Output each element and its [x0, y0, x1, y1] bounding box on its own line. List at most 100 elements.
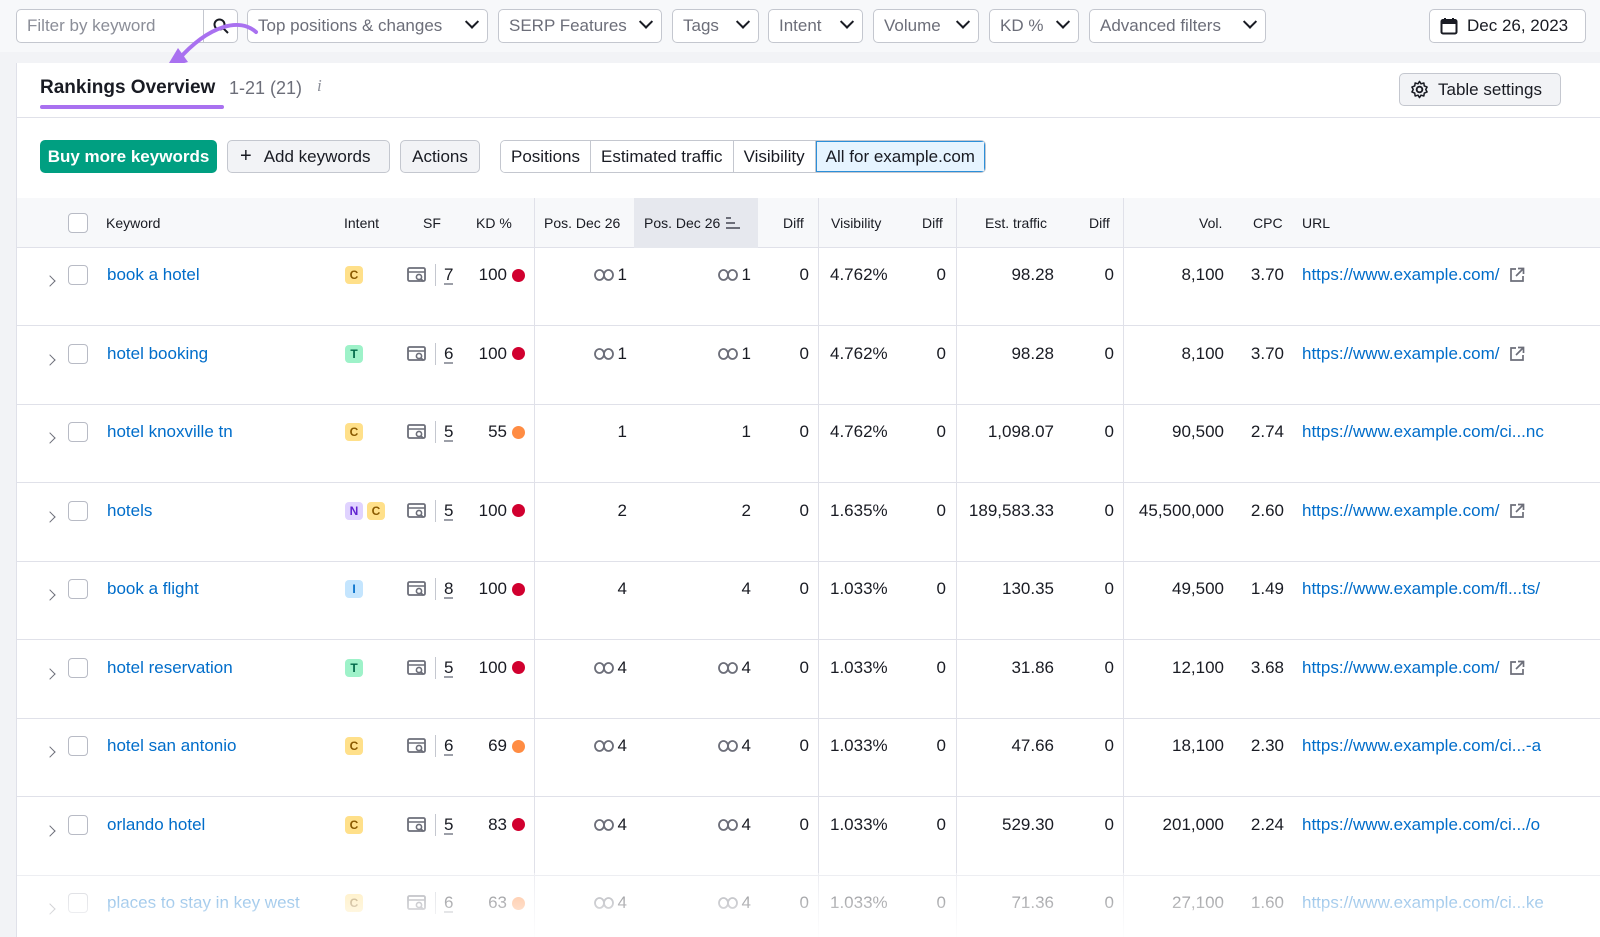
keyword-link[interactable]: hotel reservation — [107, 658, 233, 678]
expand-row-button[interactable] — [44, 742, 56, 762]
col-diff-1[interactable]: Diff — [783, 198, 804, 248]
add-keywords-button[interactable]: + Add keywords — [227, 140, 390, 173]
keyword-link[interactable]: places to stay in key west — [107, 893, 300, 913]
segment-positions[interactable]: Positions — [501, 141, 591, 172]
external-link-icon[interactable] — [1509, 267, 1525, 283]
segment-visibility[interactable]: Visibility — [733, 141, 816, 172]
keyword-link[interactable]: book a hotel — [107, 265, 200, 285]
keyword-filter-input[interactable] — [17, 10, 205, 42]
col-volume[interactable]: Vol. — [1199, 198, 1222, 248]
kd-dropdown[interactable]: KD % — [989, 9, 1079, 43]
top-positions-dropdown[interactable]: Top positions & changes — [247, 9, 488, 43]
col-sf[interactable]: SF — [423, 198, 441, 248]
url-link[interactable]: https://www.example.com/fl...ts/ — [1302, 579, 1540, 599]
volume-dropdown[interactable]: Volume — [873, 9, 979, 43]
serp-feature-count[interactable]: 5 — [444, 422, 453, 442]
url-link[interactable]: https://www.example.com/ci...nc — [1302, 422, 1544, 442]
table-row[interactable]: hotels NC 5 100 2 2 0 1.635% 0 189,583.3… — [17, 484, 1600, 562]
row-checkbox[interactable] — [68, 500, 88, 521]
url-link[interactable]: https://www.example.com/ — [1302, 658, 1525, 678]
external-link-icon[interactable] — [1509, 346, 1525, 362]
expand-row-button[interactable] — [44, 428, 56, 448]
tags-dropdown[interactable]: Tags — [672, 9, 759, 43]
url-link[interactable]: https://www.example.com/ci.../o — [1302, 815, 1540, 835]
info-icon[interactable]: i — [317, 76, 322, 96]
page-title[interactable]: Rankings Overview — [40, 77, 215, 99]
serp-features[interactable]: 5 — [407, 656, 453, 679]
serp-feature-count[interactable]: 7 — [444, 265, 453, 285]
row-checkbox[interactable] — [68, 814, 88, 835]
serp-features[interactable]: 6 — [407, 735, 453, 757]
col-keyword[interactable]: Keyword — [106, 198, 160, 248]
serp-features[interactable]: 5 — [407, 421, 453, 443]
search-button[interactable] — [203, 10, 237, 42]
row-checkbox[interactable] — [68, 736, 88, 756]
serp-features[interactable]: 6 — [407, 342, 453, 365]
expand-row-button[interactable] — [44, 821, 56, 841]
expand-row-button[interactable] — [44, 507, 56, 527]
actions-button[interactable]: Actions — [400, 140, 480, 173]
serp-features[interactable]: 7 — [407, 264, 453, 286]
select-all-checkbox[interactable] — [68, 213, 88, 233]
expand-row-button[interactable] — [44, 271, 56, 291]
url-link[interactable]: https://www.example.com/ci...ke — [1302, 893, 1544, 913]
expand-row-button[interactable] — [44, 350, 56, 370]
keyword-link[interactable]: hotel knoxville tn — [107, 422, 233, 442]
serp-features-dropdown[interactable]: SERP Features — [498, 9, 662, 43]
segment-estimated-traffic[interactable]: Estimated traffic — [590, 141, 734, 172]
external-link-icon[interactable] — [1509, 660, 1525, 676]
segment-all-for-domain[interactable]: All for example.com — [815, 141, 985, 172]
col-url[interactable]: URL — [1302, 198, 1330, 248]
external-link-icon[interactable] — [1509, 503, 1525, 519]
table-row[interactable]: book a hotel C 7 100 1 1 0 4.762% 0 98.2… — [17, 248, 1600, 326]
row-checkbox[interactable] — [68, 265, 88, 285]
keyword-link[interactable]: hotels — [107, 501, 152, 521]
serp-feature-count[interactable]: 5 — [444, 815, 453, 835]
advanced-filters-dropdown[interactable]: Advanced filters — [1089, 9, 1266, 43]
table-row[interactable]: book a flight I 8 100 4 4 0 1.033% 0 130… — [17, 562, 1600, 640]
keyword-link[interactable]: hotel booking — [107, 344, 208, 364]
table-row[interactable]: hotel reservation T 5 100 4 4 0 1.033% 0… — [17, 641, 1600, 719]
url-link[interactable]: https://www.example.com/ — [1302, 265, 1525, 285]
serp-feature-count[interactable]: 6 — [444, 344, 453, 364]
intent-dropdown[interactable]: Intent — [768, 9, 863, 43]
col-diff-3[interactable]: Diff — [1089, 198, 1110, 248]
row-checkbox[interactable] — [68, 893, 88, 913]
col-est-traffic[interactable]: Est. traffic — [985, 198, 1047, 248]
serp-feature-count[interactable]: 6 — [444, 736, 453, 756]
serp-features[interactable]: 5 — [407, 499, 453, 522]
keyword-link[interactable]: hotel san antonio — [107, 736, 237, 756]
col-kd[interactable]: KD % — [476, 198, 512, 248]
serp-feature-count[interactable]: 5 — [444, 501, 453, 521]
row-checkbox[interactable] — [68, 422, 88, 442]
keyword-link[interactable]: orlando hotel — [107, 815, 205, 835]
table-row[interactable]: orlando hotel C 5 83 4 4 0 1.033% 0 529.… — [17, 798, 1600, 876]
row-checkbox[interactable] — [68, 579, 88, 599]
serp-features[interactable]: 8 — [407, 578, 453, 600]
serp-feature-count[interactable]: 5 — [444, 658, 453, 678]
url-link[interactable]: https://www.example.com/ — [1302, 344, 1525, 364]
expand-row-button[interactable] — [44, 899, 56, 919]
url-link[interactable]: https://www.example.com/ci...-a — [1302, 736, 1541, 756]
table-row[interactable]: hotel knoxville tn C 5 55 1 1 0 4.762% 0… — [17, 405, 1600, 483]
keyword-link[interactable]: book a flight — [107, 579, 199, 599]
buy-more-keywords-button[interactable]: Buy more keywords — [40, 140, 217, 173]
expand-row-button[interactable] — [44, 585, 56, 605]
col-pos-2-sorted[interactable]: Pos. Dec 26 — [634, 198, 758, 248]
serp-feature-count[interactable]: 6 — [444, 893, 453, 913]
table-settings-button[interactable]: Table settings — [1399, 73, 1561, 106]
col-pos-1[interactable]: Pos. Dec 26 — [544, 198, 620, 248]
table-row[interactable]: places to stay in key west C 6 63 4 4 0 … — [17, 876, 1600, 937]
col-diff-2[interactable]: Diff — [922, 198, 943, 248]
row-checkbox[interactable] — [68, 657, 88, 678]
col-visibility[interactable]: Visibility — [831, 198, 881, 248]
col-intent[interactable]: Intent — [344, 198, 379, 248]
url-link[interactable]: https://www.example.com/ — [1302, 501, 1525, 521]
table-row[interactable]: hotel san antonio C 6 69 4 4 0 1.033% 0 … — [17, 719, 1600, 797]
date-picker[interactable]: Dec 26, 2023 — [1429, 9, 1586, 43]
serp-features[interactable]: 5 — [407, 813, 453, 836]
serp-features[interactable]: 6 — [407, 892, 453, 914]
table-row[interactable]: hotel booking T 6 100 1 1 0 4.762% 0 98.… — [17, 327, 1600, 405]
serp-feature-count[interactable]: 8 — [444, 579, 453, 599]
row-checkbox[interactable] — [68, 343, 88, 364]
